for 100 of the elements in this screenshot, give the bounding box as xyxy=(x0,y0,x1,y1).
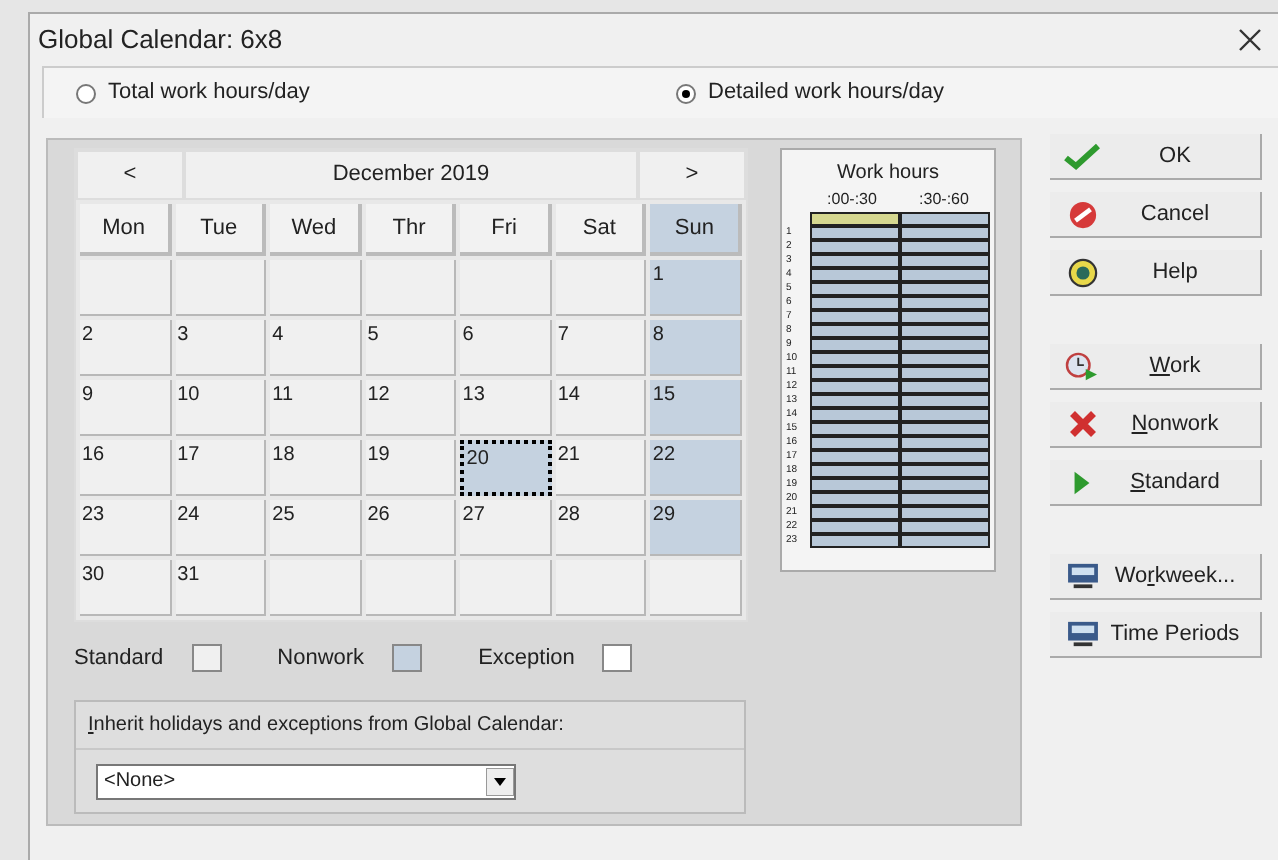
hour-slot[interactable] xyxy=(810,380,900,394)
day-cell[interactable]: 16 xyxy=(80,440,172,496)
day-cell[interactable]: 9 xyxy=(80,380,172,436)
hour-slot[interactable] xyxy=(900,464,990,478)
hour-slot[interactable] xyxy=(810,506,900,520)
day-cell[interactable]: 18 xyxy=(270,440,362,496)
hour-slot[interactable] xyxy=(810,520,900,534)
day-cell[interactable]: 25 xyxy=(270,500,362,556)
weekday-header[interactable]: Fri xyxy=(460,204,552,256)
day-cell[interactable] xyxy=(555,260,647,316)
hour-slot[interactable] xyxy=(900,422,990,436)
hour-slot[interactable] xyxy=(810,394,900,408)
hour-slot[interactable] xyxy=(810,338,900,352)
hour-slot[interactable] xyxy=(900,254,990,268)
day-cell[interactable]: 29 xyxy=(650,500,742,556)
hour-slot[interactable] xyxy=(810,352,900,366)
dialog-button[interactable]: Cancel xyxy=(1050,192,1262,238)
hour-slot[interactable] xyxy=(810,268,900,282)
day-cell[interactable] xyxy=(460,560,552,616)
dialog-button[interactable]: Workweek... xyxy=(1050,554,1262,600)
day-cell[interactable]: 8 xyxy=(650,320,742,376)
day-cell[interactable]: 31 xyxy=(175,560,267,616)
day-cell[interactable]: 20 xyxy=(460,440,552,496)
day-cell[interactable]: 10 xyxy=(175,380,267,436)
hour-slot[interactable] xyxy=(900,492,990,506)
radio-button[interactable] xyxy=(676,83,696,103)
day-cell[interactable]: 27 xyxy=(460,500,552,556)
day-cell[interactable] xyxy=(270,260,362,316)
hour-slot[interactable] xyxy=(900,296,990,310)
hour-slot[interactable] xyxy=(810,240,900,254)
day-cell[interactable]: 12 xyxy=(365,380,457,436)
day-cell[interactable]: 13 xyxy=(460,380,552,436)
previous-month-button[interactable]: < xyxy=(76,150,184,200)
hour-slot[interactable] xyxy=(900,352,990,366)
weekday-header[interactable]: Wed xyxy=(270,204,362,256)
weekday-header[interactable]: Thr xyxy=(365,204,457,256)
hour-slot[interactable] xyxy=(810,492,900,506)
dialog-button[interactable]: Work xyxy=(1050,344,1262,390)
close-button[interactable] xyxy=(1234,24,1266,56)
hour-slot[interactable] xyxy=(900,520,990,534)
inherit-dropdown[interactable]: <None> xyxy=(96,763,516,799)
day-cell[interactable]: 28 xyxy=(555,500,647,556)
day-cell[interactable]: 14 xyxy=(555,380,647,436)
day-cell[interactable] xyxy=(650,560,742,616)
hour-slot[interactable] xyxy=(900,282,990,296)
day-cell[interactable] xyxy=(555,560,647,616)
weekday-header[interactable]: Sat xyxy=(555,204,647,256)
radio-button[interactable] xyxy=(76,83,96,103)
hour-slot[interactable] xyxy=(900,380,990,394)
day-cell[interactable] xyxy=(365,260,457,316)
day-cell[interactable]: 2 xyxy=(80,320,172,376)
hour-slot[interactable] xyxy=(900,394,990,408)
radio-option[interactable]: Total work hours/day xyxy=(76,76,676,110)
weekday-header[interactable]: Tue xyxy=(175,204,267,256)
hour-slot[interactable] xyxy=(900,408,990,422)
hour-slot[interactable] xyxy=(900,240,990,254)
hour-slot[interactable] xyxy=(900,324,990,338)
day-cell[interactable]: 22 xyxy=(650,440,742,496)
day-cell[interactable] xyxy=(80,260,172,316)
day-cell[interactable]: 23 xyxy=(80,500,172,556)
hour-slot[interactable] xyxy=(900,310,990,324)
hour-slot[interactable] xyxy=(900,338,990,352)
day-cell[interactable]: 19 xyxy=(365,440,457,496)
dialog-button[interactable]: Help xyxy=(1050,250,1262,296)
weekday-header[interactable]: Mon xyxy=(80,204,172,256)
weekday-header[interactable]: Sun xyxy=(650,204,742,256)
day-cell[interactable]: 4 xyxy=(270,320,362,376)
hour-slot[interactable] xyxy=(810,226,900,240)
dialog-button[interactable]: Nonwork xyxy=(1050,402,1262,448)
radio-option[interactable]: Detailed work hours/day xyxy=(676,76,945,110)
hour-slot[interactable] xyxy=(900,534,990,548)
hour-slot[interactable] xyxy=(810,464,900,478)
day-cell[interactable]: 26 xyxy=(365,500,457,556)
day-cell[interactable]: 11 xyxy=(270,380,362,436)
day-cell[interactable]: 1 xyxy=(650,260,742,316)
day-cell[interactable] xyxy=(460,260,552,316)
hour-slot[interactable] xyxy=(900,506,990,520)
hour-slot[interactable] xyxy=(810,310,900,324)
hour-slot[interactable] xyxy=(810,450,900,464)
dialog-button[interactable]: OK xyxy=(1050,134,1262,180)
dialog-button[interactable]: Standard xyxy=(1050,460,1262,506)
hour-slot[interactable] xyxy=(900,268,990,282)
day-cell[interactable]: 30 xyxy=(80,560,172,616)
hour-slot[interactable] xyxy=(900,478,990,492)
hour-slot[interactable] xyxy=(900,226,990,240)
day-cell[interactable] xyxy=(175,260,267,316)
hour-slot[interactable] xyxy=(810,408,900,422)
day-cell[interactable]: 21 xyxy=(555,440,647,496)
hour-slot[interactable] xyxy=(810,478,900,492)
hour-slot[interactable] xyxy=(810,366,900,380)
day-cell[interactable] xyxy=(270,560,362,616)
hour-slot[interactable] xyxy=(900,366,990,380)
hour-slot[interactable] xyxy=(900,450,990,464)
hour-slot[interactable] xyxy=(810,296,900,310)
hour-slot[interactable] xyxy=(810,436,900,450)
day-cell[interactable]: 15 xyxy=(650,380,742,436)
hour-slot[interactable] xyxy=(810,422,900,436)
day-cell[interactable]: 17 xyxy=(175,440,267,496)
dialog-button[interactable]: Time Periods xyxy=(1050,612,1262,658)
day-cell[interactable]: 3 xyxy=(175,320,267,376)
